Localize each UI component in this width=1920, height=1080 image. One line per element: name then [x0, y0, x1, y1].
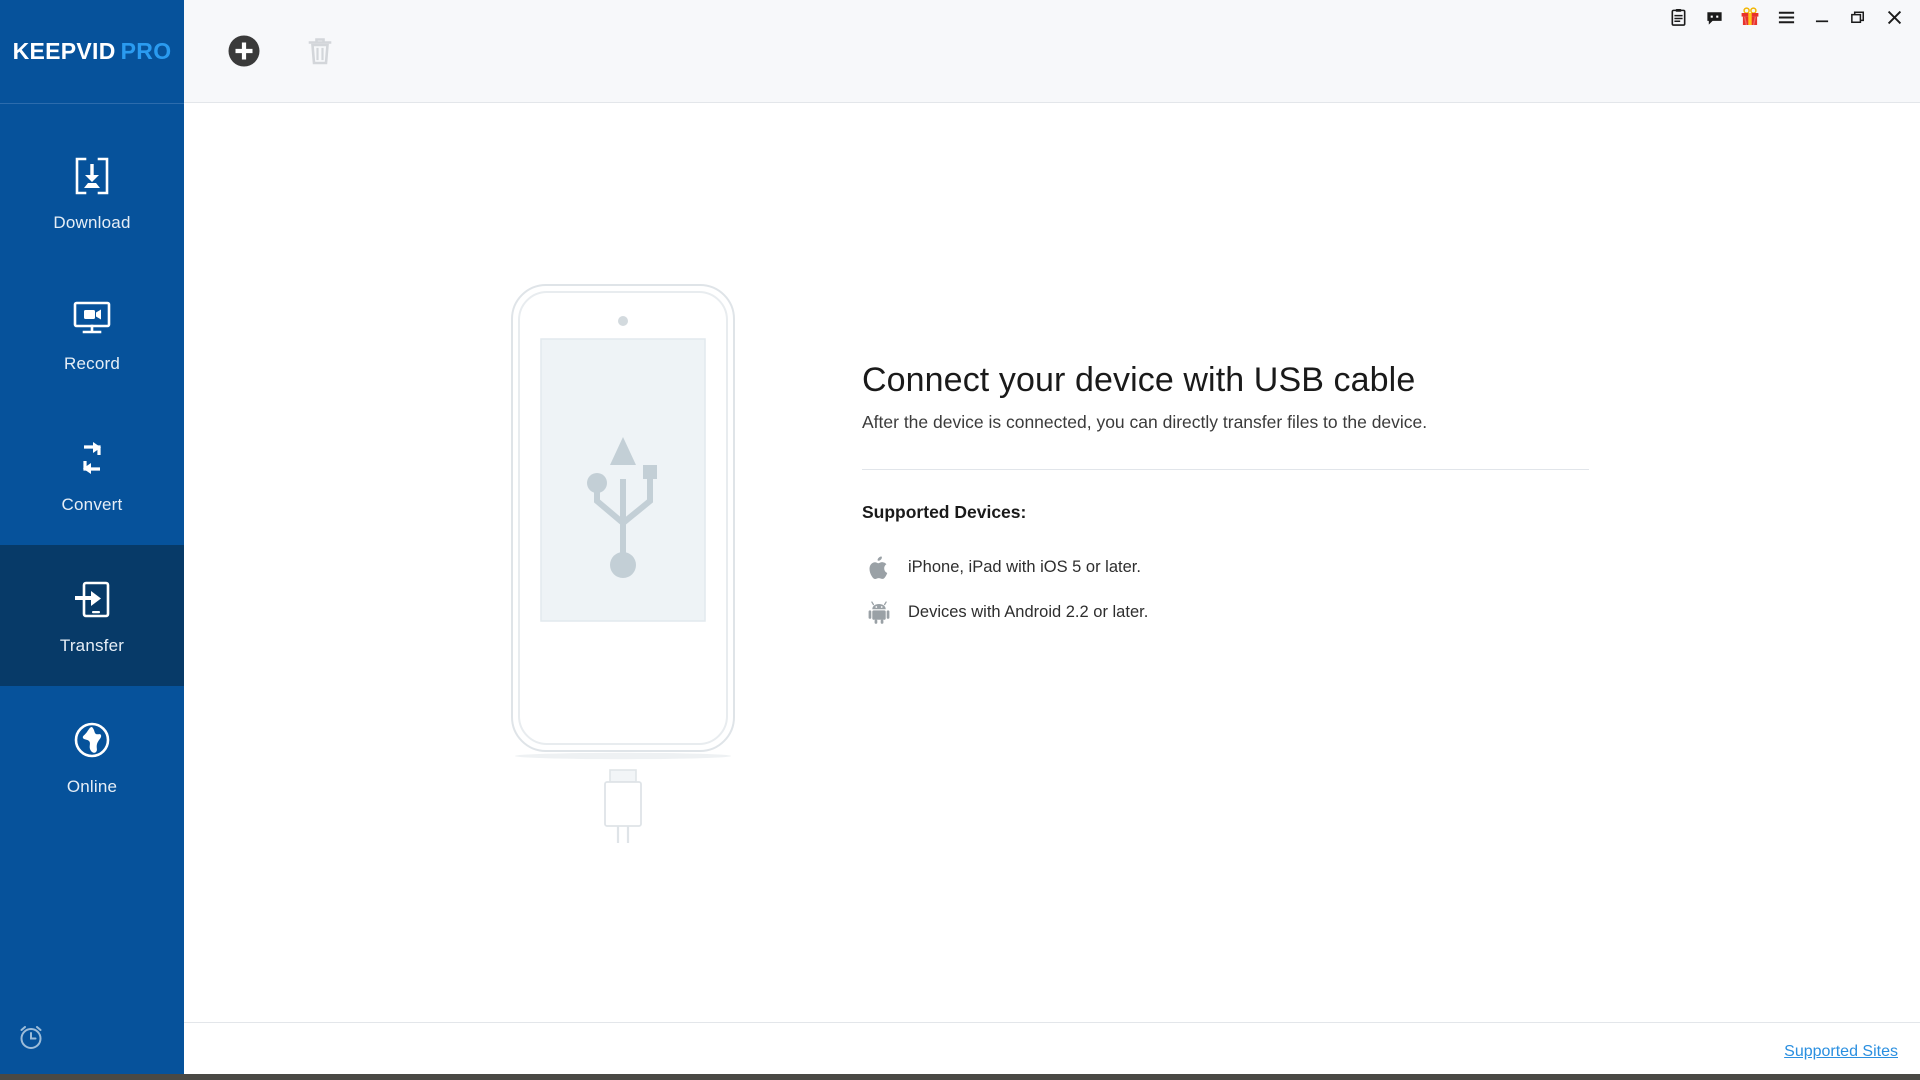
window-bottom-strip [0, 1074, 1920, 1080]
maximize-icon[interactable] [1840, 2, 1876, 32]
content-area: Connect your device with USB cable After… [184, 103, 1920, 1022]
sidebar-item-record[interactable]: Record [0, 263, 184, 404]
application-window: KEEPVID PRO Download Record Convert Tran… [0, 0, 1920, 1080]
transfer-icon [69, 576, 115, 622]
logo-text: KEEPVID PRO [13, 38, 172, 65]
sidebar-bottom [0, 994, 184, 1080]
alarm-clock-icon[interactable] [16, 1022, 46, 1052]
sidebar-item-label: Download [53, 212, 131, 232]
menu-icon[interactable] [1768, 2, 1804, 32]
apple-icon [862, 556, 896, 579]
list-item-label: Devices with Android 2.2 or later. [908, 603, 1149, 621]
page-subtitle: After the device is connected, you can d… [862, 412, 1428, 432]
minimize-icon[interactable] [1804, 2, 1840, 32]
notes-icon[interactable] [1660, 2, 1696, 32]
delete-button[interactable] [298, 29, 342, 73]
globe-icon [69, 717, 115, 763]
android-icon [862, 601, 896, 624]
window-titlebar [1660, 0, 1920, 34]
logo-secondary: PRO [120, 38, 172, 64]
device-info-block: Connect your device with USB cable After… [862, 361, 1602, 635]
feedback-icon[interactable] [1696, 2, 1732, 32]
section-divider [862, 469, 1589, 470]
app-logo: KEEPVID PRO [0, 0, 184, 104]
add-button[interactable] [222, 29, 266, 73]
phone-illustration [510, 283, 770, 858]
supported-devices-heading: Supported Devices: [862, 502, 1027, 522]
sidebar-item-transfer[interactable]: Transfer [0, 545, 184, 686]
sidebar-item-download[interactable]: Download [0, 122, 184, 263]
connect-device-hero: Connect your device with USB cable After… [184, 103, 1920, 1022]
convert-icon [69, 435, 115, 481]
page-title: Connect your device with USB cable [862, 361, 1416, 399]
sidebar-item-label: Convert [61, 494, 123, 514]
logo-primary: KEEPVID [12, 38, 116, 64]
list-item: iPhone, iPad with iOS 5 or later. [862, 545, 1602, 590]
download-icon [69, 153, 115, 199]
sidebar-item-online[interactable]: Online [0, 686, 184, 827]
sidebar-item-label: Transfer [59, 635, 125, 655]
sidebar: KEEPVID PRO Download Record Convert Tran… [0, 0, 184, 1080]
close-icon[interactable] [1876, 2, 1912, 32]
gift-icon[interactable] [1732, 2, 1768, 32]
list-item: Devices with Android 2.2 or later. [862, 590, 1602, 635]
supported-sites-link[interactable]: Supported Sites [1784, 1043, 1898, 1061]
sidebar-item-convert[interactable]: Convert [0, 404, 184, 545]
sidebar-nav: Download Record Convert Transfer Online [0, 104, 184, 994]
footer-bar: Supported Sites [184, 1022, 1920, 1080]
list-item-label: iPhone, iPad with iOS 5 or later. [908, 558, 1141, 576]
sidebar-item-label: Record [63, 353, 120, 373]
record-icon [69, 294, 115, 340]
main-pane: Connect your device with USB cable After… [184, 0, 1920, 1080]
sidebar-item-label: Online [66, 776, 118, 796]
supported-devices-list: iPhone, iPad with iOS 5 or later. Device… [862, 545, 1602, 635]
